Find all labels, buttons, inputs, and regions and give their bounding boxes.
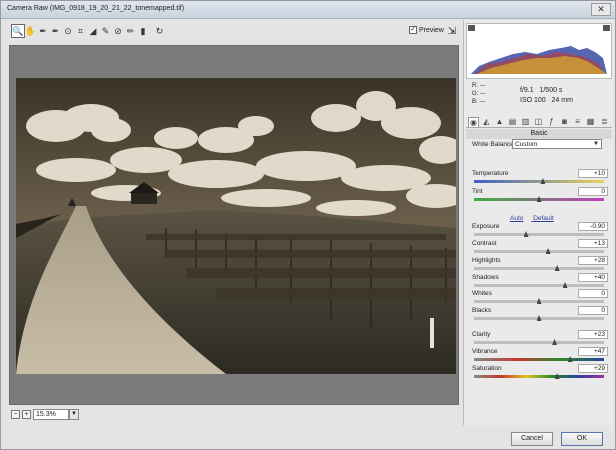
zoom-bar: − + 15.3% ▼ — [9, 409, 459, 423]
blue-readout: B: --- — [472, 99, 486, 105]
tab-fx-icon[interactable]: ƒ — [546, 117, 557, 127]
window-title: Camera Raw (IMG_0918_19_20_21_22_tonemap… — [7, 5, 185, 12]
slider-value-field[interactable]: +47 — [578, 347, 608, 356]
readouts: R: --- G: --- B: --- f/9.1 1/500 s ISO 1… — [468, 82, 610, 112]
slider-contrast: Contrast +13 — [472, 239, 608, 256]
preview-canvas[interactable] — [9, 45, 459, 405]
slider-track[interactable] — [474, 375, 604, 378]
slider-value-field[interactable]: +28 — [578, 256, 608, 265]
slider-track[interactable] — [474, 341, 604, 344]
checkbox-check-icon[interactable]: ✓ — [409, 26, 417, 34]
slider-value-field[interactable]: 0 — [578, 289, 608, 298]
tab-hsl-icon[interactable]: ▤ — [507, 117, 518, 127]
panel-tabs: ◉ ◭ ▲ ▤ ▥ ◫ ƒ ◙ ≡ ▦ ≣ — [466, 116, 612, 128]
default-link[interactable]: Default — [533, 215, 554, 222]
slider-highlights: Highlights +28 — [472, 256, 608, 273]
tab-split-toning-icon[interactable]: ▥ — [520, 117, 531, 127]
slider-shadows: Shadows +40 — [472, 273, 608, 290]
slider-label: Temperature — [472, 170, 509, 177]
slider-saturation: Saturation +29 — [472, 364, 608, 381]
ok-button[interactable]: OK — [561, 432, 603, 446]
histogram — [466, 23, 612, 79]
focal-length-value: 24 mm — [551, 97, 573, 104]
tab-presets-icon[interactable]: ≡ — [572, 117, 583, 127]
fullscreen-icon[interactable]: ⇲ — [445, 25, 459, 39]
photo-preview — [16, 78, 456, 374]
slider-track[interactable] — [474, 284, 604, 287]
title-bar: Camera Raw (IMG_0918_19_20_21_22_tonemap… — [1, 1, 615, 19]
slider-value-field[interactable]: 0 — [578, 187, 608, 196]
slider-label: Shadows — [472, 274, 499, 281]
cancel-button[interactable]: Cancel — [511, 432, 553, 446]
slider-tint: Tint 0 — [472, 187, 608, 204]
right-panel: R: --- G: --- B: --- f/9.1 1/500 s ISO 1… — [463, 20, 613, 425]
slider-label: Contrast — [472, 240, 497, 247]
slider-label: Blacks — [472, 307, 492, 314]
slider-label: Tint — [472, 188, 483, 195]
tab-lens-icon[interactable]: ◫ — [533, 117, 544, 127]
auto-default-links: Auto Default — [510, 215, 562, 222]
white-balance-select[interactable]: Custom ▼ — [512, 139, 602, 149]
slider-label: Whites — [472, 290, 492, 297]
slider-label: Highlights — [472, 257, 501, 264]
slider-clarity: Clarity +23 — [472, 330, 608, 347]
slider-value-field[interactable]: +10 — [578, 169, 608, 178]
slider-label: Vibrance — [472, 348, 498, 355]
slider-value-field[interactable]: +23 — [578, 330, 608, 339]
zoom-level-field[interactable]: 15.3% — [33, 409, 69, 420]
green-readout: G: --- — [472, 91, 486, 97]
zoom-out-button[interactable]: − — [11, 410, 20, 419]
shutter-value: 1/500 s — [539, 87, 563, 94]
slider-temperature: Temperature +10 — [472, 169, 608, 186]
iso-value: ISO 100 — [520, 97, 546, 104]
tab-basic-icon[interactable]: ◉ — [468, 117, 479, 127]
preview-label: Preview — [418, 26, 444, 34]
toolbar: 🔍 ✋ ✒ ✒ ⊙ ⌗ ◢ ✎ ⊘ ✏ ▮ ↻ — [1, 20, 461, 42]
white-balance-label: White Balance: — [472, 141, 516, 148]
vineyard-photo — [16, 78, 456, 374]
zoom-in-button[interactable]: + — [22, 410, 31, 419]
panel-title: Basic — [466, 129, 612, 139]
slider-blacks: Blacks 0 — [472, 306, 608, 323]
slider-label: Clarity — [472, 331, 491, 338]
slider-track[interactable] — [474, 267, 604, 270]
slider-label: Saturation — [472, 365, 502, 372]
slider-label: Exposure — [472, 223, 500, 230]
tab-detail-icon[interactable]: ▲ — [494, 117, 505, 127]
slider-whites: Whites 0 — [472, 289, 608, 306]
preview-checkbox[interactable]: ✓ Preview — [409, 26, 444, 34]
slider-track[interactable] — [474, 233, 604, 236]
white-balance-value: Custom — [515, 141, 538, 148]
aperture-value: f/9.1 — [520, 87, 534, 94]
close-icon[interactable]: ✕ — [591, 3, 611, 16]
tab-camera-calibration-icon[interactable]: ◙ — [559, 117, 570, 127]
chevron-down-icon[interactable]: ▼ — [69, 409, 79, 420]
slider-value-field[interactable]: +40 — [578, 273, 608, 282]
tab-snapshots-icon[interactable]: ▦ — [585, 117, 596, 127]
slider-track[interactable] — [474, 358, 604, 361]
chevron-down-icon: ▼ — [593, 141, 599, 147]
bottom-bar: Cancel OK — [1, 427, 615, 449]
slider-value-field[interactable]: +13 — [578, 239, 608, 248]
auto-link[interactable]: Auto — [510, 215, 523, 222]
histogram-graph — [468, 25, 610, 74]
camera-raw-window: Camera Raw (IMG_0918_19_20_21_22_tonemap… — [0, 0, 616, 450]
panel-menu-icon[interactable]: ≣ — [599, 117, 610, 127]
graduated-filter-icon[interactable]: ▮ — [136, 24, 150, 38]
slider-track[interactable] — [474, 250, 604, 253]
slider-value-field[interactable]: -0.90 — [578, 222, 608, 231]
slider-value-field[interactable]: +29 — [578, 364, 608, 373]
slider-value-field[interactable]: 0 — [578, 306, 608, 315]
rotate-icon[interactable]: ↻ — [153, 24, 167, 38]
slider-track[interactable] — [474, 180, 604, 183]
red-readout: R: --- — [472, 83, 486, 89]
slider-exposure: Exposure -0.90 — [472, 222, 608, 239]
tab-tone-curve-icon[interactable]: ◭ — [481, 117, 492, 127]
slider-vibrance: Vibrance +47 — [472, 347, 608, 364]
